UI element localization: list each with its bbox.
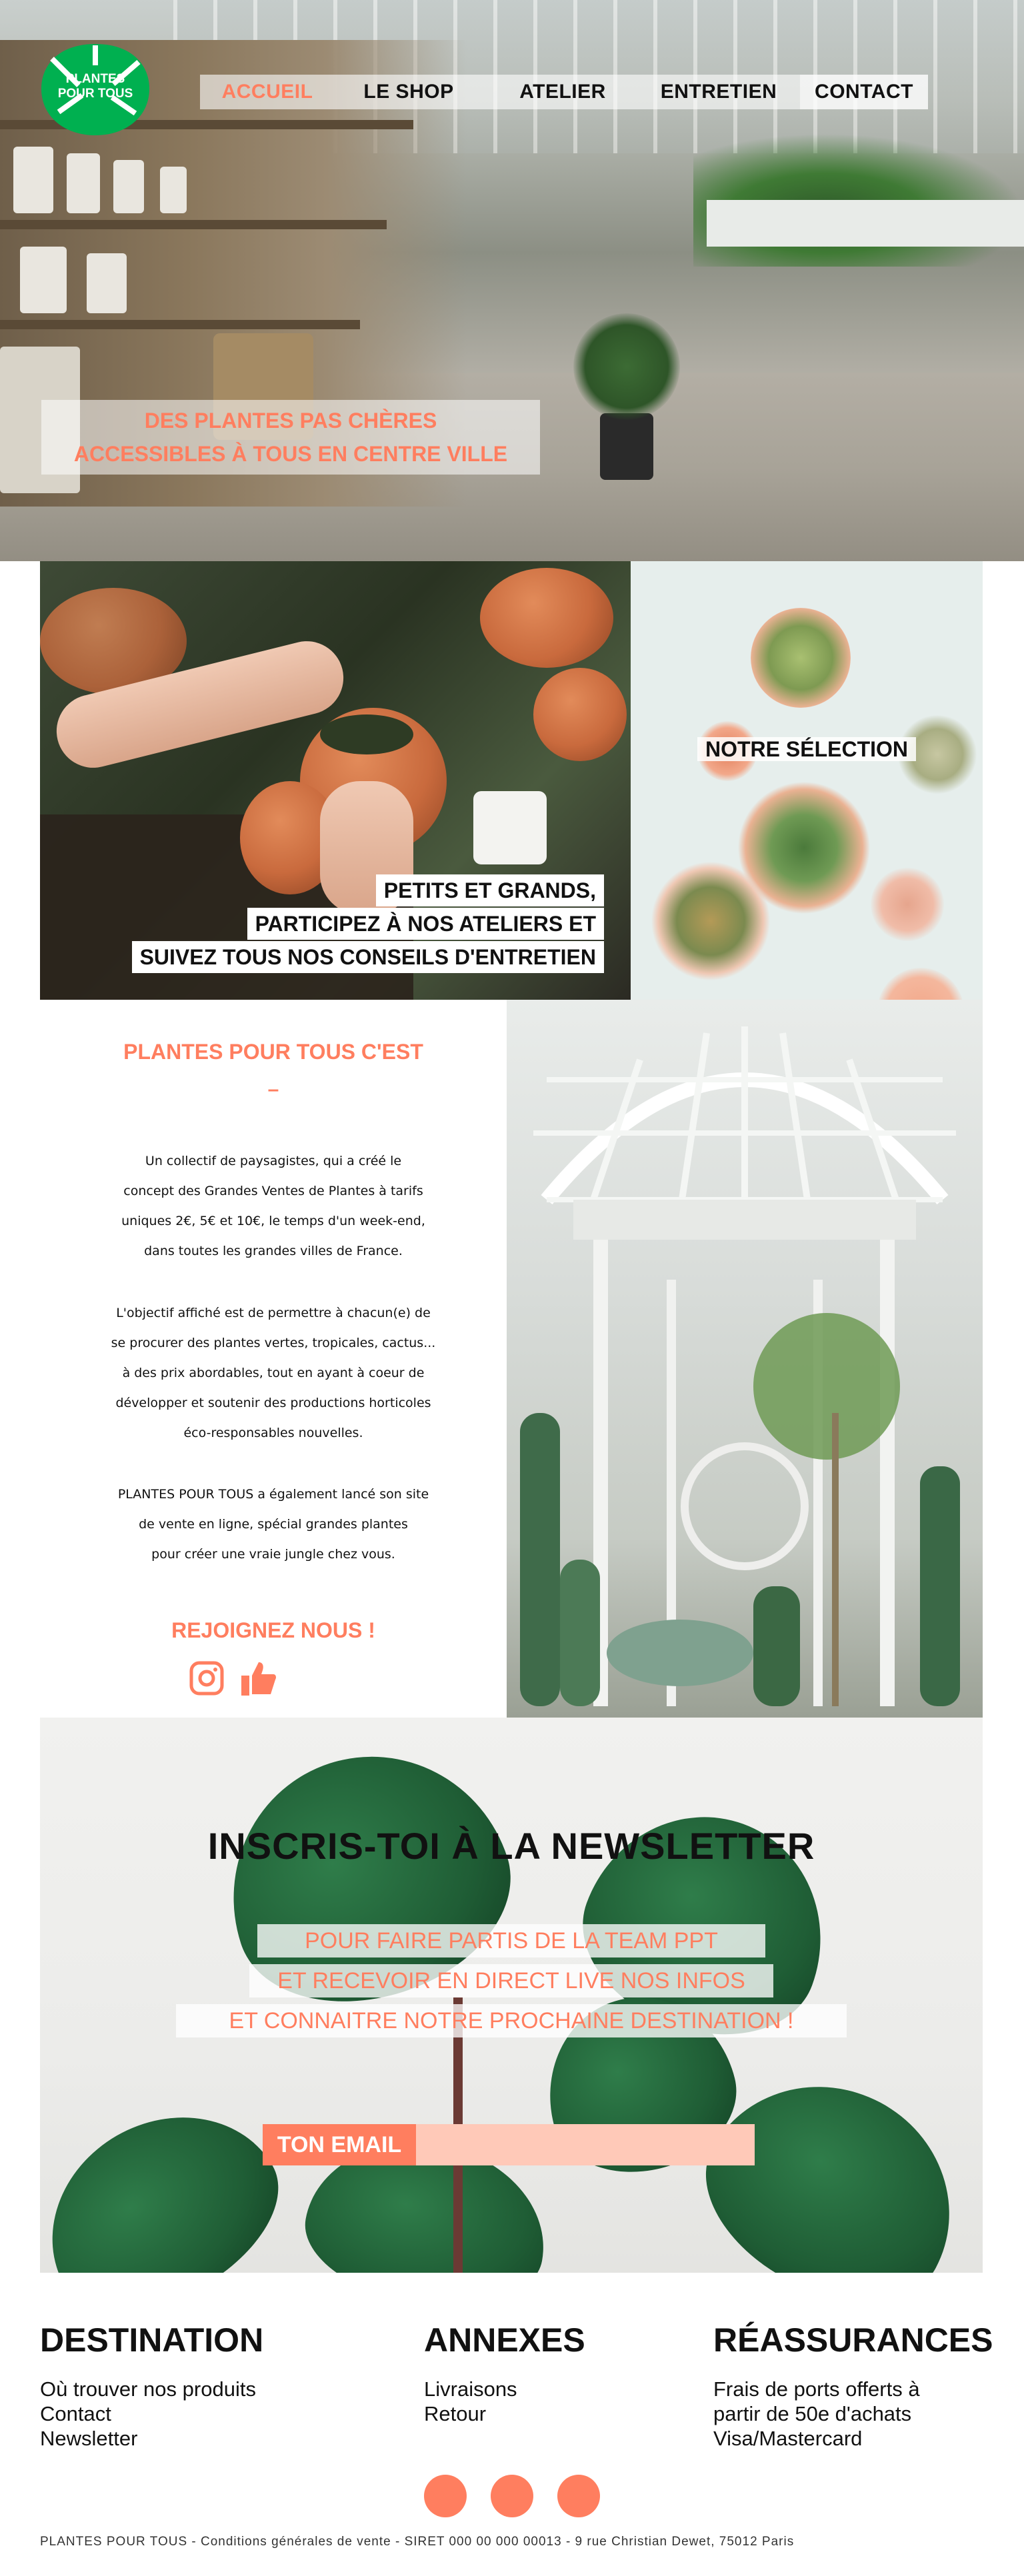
greenhouse-photo	[507, 1000, 983, 1718]
newsletter-line2: ET RECEVOIR EN DIRECT LIVE NOS INFOS	[249, 1964, 773, 1997]
cactus-image	[320, 714, 413, 754]
atelier-caption-line3: SUIVEZ TOUS NOS CONSEILS D'ENTRETIEN	[131, 941, 604, 973]
footer-reassurances-list: Frais de ports offerts à partir de 50e d…	[713, 2377, 920, 2451]
footer-reassurance-line2: partir de 50e d'achats	[713, 2402, 912, 2425]
succulent-image	[871, 868, 944, 941]
logo-text: PLANTES POUR TOUS	[57, 72, 133, 101]
about-section: PLANTES POUR TOUS C'EST – Un collectif d…	[40, 1000, 507, 1718]
terracotta-pot-image	[533, 668, 627, 761]
pot-image	[13, 147, 53, 213]
pot-image	[87, 253, 127, 313]
nav-item-accueil[interactable]: ACCUEIL	[213, 75, 321, 109]
social-circle-button[interactable]	[557, 2475, 600, 2517]
hero-section: PLANTES POUR TOUS ACCUEIL LE SHOP ATELIE…	[0, 0, 1024, 561]
social-circle-button[interactable]	[424, 2475, 467, 2517]
terracotta-pot-image	[480, 568, 613, 668]
footer-link-ou-trouver[interactable]: Où trouver nos produits	[40, 2377, 256, 2401]
atelier-caption: PETITS ET GRANDS, PARTICIPEZ À NOS ATELI…	[131, 874, 604, 973]
pot-image	[113, 160, 144, 213]
footer-destination-title: DESTINATION	[40, 2321, 264, 2359]
footer-annexes-list: Livraisons Retour	[424, 2377, 517, 2426]
instagram-icon[interactable]	[189, 1661, 224, 1696]
email-input[interactable]	[416, 2124, 755, 2165]
greenhouse-structure-image	[520, 1026, 960, 1706]
legal-line: PLANTES POUR TOUS - Conditions générales…	[40, 2535, 795, 2549]
logo-line1: PLANTES	[65, 72, 125, 86]
nav-item-le-shop[interactable]: LE SHOP	[348, 75, 469, 109]
newsletter-section: INSCRIS-TOI À LA NEWSLETTER POUR FAIRE P…	[40, 1718, 983, 2273]
atelier-caption-line1: PETITS ET GRANDS,	[375, 874, 604, 906]
footer-reassurance-line3: Visa/Mastercard	[713, 2427, 863, 2450]
pot-image	[67, 153, 100, 213]
newsletter-title: INSCRIS-TOI À LA NEWSLETTER	[207, 1825, 815, 1867]
succulent-image	[651, 861, 771, 981]
shelf-board	[0, 220, 387, 229]
footer-destination-list: Où trouver nos produits Contact Newslett…	[40, 2377, 256, 2451]
succulent-image	[751, 608, 851, 708]
leaf-image	[40, 2075, 307, 2273]
about-paragraph-1: Un collectif de paysagistes, qui a créé …	[121, 1154, 425, 1258]
footer-link-livraisons[interactable]: Livraisons	[424, 2377, 517, 2401]
selection-label-wrap: NOTRE SÉLECTION	[697, 733, 917, 765]
join-us-heading: REJOIGNEZ NOUS !	[171, 1618, 375, 1642]
white-pot-image	[473, 791, 547, 864]
nav-item-contact[interactable]: CONTACT	[800, 75, 928, 109]
newsletter-line3: ET CONNAITRE NOTRE PROCHAINE DESTINATION…	[176, 2004, 847, 2037]
selection-photo-card[interactable]: NOTRE SÉLECTION	[631, 561, 983, 1000]
logo-line2: POUR TOUS	[57, 87, 133, 101]
pot-image	[20, 247, 67, 313]
pot-image	[160, 167, 187, 213]
hero-tagline-line2: ACCESSIBLES À TOUS EN CENTRE VILLE	[73, 442, 508, 466]
footer-link-retour[interactable]: Retour	[424, 2401, 517, 2426]
succulent-image	[877, 968, 964, 1000]
about-title: PLANTES POUR TOUS C'EST	[123, 1040, 423, 1064]
selection-label: NOTRE SÉLECTION	[697, 737, 917, 761]
about-paragraph-3: PLANTES POUR TOUS a également lancé son …	[117, 1487, 429, 1562]
email-label: TON EMAIL	[263, 2124, 416, 2165]
footer-link-contact[interactable]: Contact	[40, 2401, 256, 2426]
footer-link-newsletter[interactable]: Newsletter	[40, 2426, 256, 2451]
social-circle-button[interactable]	[491, 2475, 533, 2517]
atelier-caption-line2: PARTICIPEZ À NOS ATELIERS ET	[247, 908, 604, 940]
about-dash: –	[267, 1078, 279, 1100]
nav-item-atelier[interactable]: ATELIER	[507, 75, 619, 109]
about-paragraph-2: L'objectif affiché est de permettre à ch…	[111, 1306, 436, 1440]
potted-plant-image	[600, 413, 653, 480]
brand-logo[interactable]: PLANTES POUR TOUS	[39, 39, 152, 139]
newsletter-line1: POUR FAIRE PARTIS DE LA TEAM PPT	[257, 1924, 765, 1957]
atelier-photo-card[interactable]: PETITS ET GRANDS, PARTICIPEZ À NOS ATELI…	[40, 561, 631, 1000]
plant-table	[707, 200, 1024, 247]
hero-tagline-line1: DES PLANTES PAS CHÈRES	[144, 409, 437, 433]
hero-tagline: DES PLANTES PAS CHÈRES ACCESSIBLES À TOU…	[41, 400, 540, 475]
thumbs-up-icon[interactable]	[240, 1660, 277, 1697]
footer-reassurance-line1: Frais de ports offerts à	[713, 2377, 920, 2401]
plant-leaves-image	[573, 313, 680, 420]
main-nav: ACCUEIL LE SHOP ATELIER ENTRETIEN CONTAC…	[200, 75, 928, 109]
nav-item-entretien[interactable]: ENTRETIEN	[651, 75, 787, 109]
footer-annexes-title: ANNEXES	[424, 2321, 585, 2359]
shelf-board	[0, 320, 360, 329]
footer-reassurances-title: RÉASSURANCES	[713, 2321, 993, 2359]
